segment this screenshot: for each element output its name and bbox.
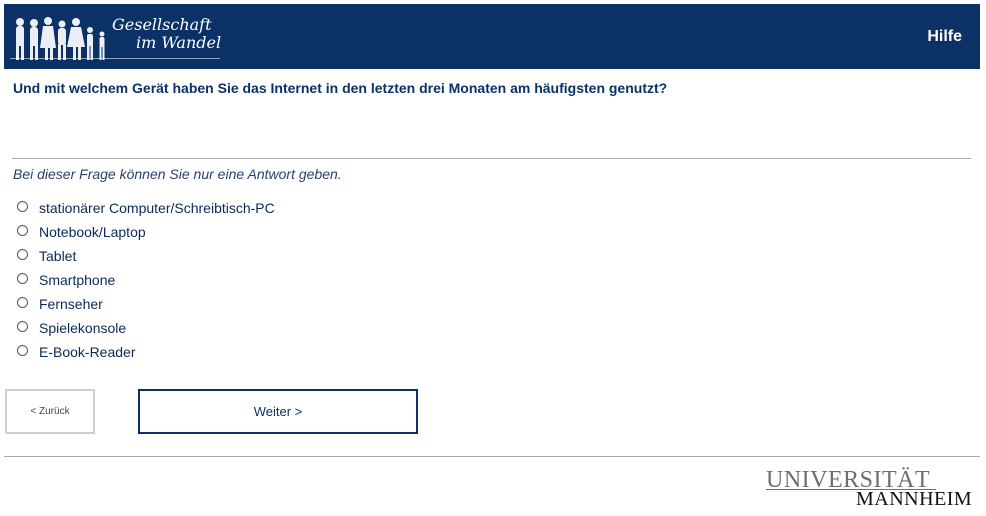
answer-options: stationärer Computer/Schreibtisch-PC Not… <box>17 196 275 364</box>
logo-underline <box>10 58 220 59</box>
radio-button[interactable] <box>17 297 28 308</box>
logo-line-2: im Wandel <box>136 33 222 52</box>
footer-divider <box>4 456 980 457</box>
option-label: stationärer Computer/Schreibtisch-PC <box>39 200 275 216</box>
radio-button[interactable] <box>17 201 28 212</box>
option-tv[interactable]: Fernseher <box>17 292 275 316</box>
option-label: Notebook/Laptop <box>39 224 146 240</box>
radio-button[interactable] <box>17 321 28 332</box>
radio-button[interactable] <box>17 345 28 356</box>
option-label: Smartphone <box>39 272 116 288</box>
question-text: Und mit welchem Gerät haben Sie das Inte… <box>13 80 668 96</box>
option-desktop-pc[interactable]: stationärer Computer/Schreibtisch-PC <box>17 196 275 220</box>
instruction-text: Bei dieser Frage können Sie nur eine Ant… <box>13 166 342 182</box>
logo-title: Gesellschaft im Wandel <box>112 16 221 52</box>
university-logo: UNIVERSITÄT MANNHEIM <box>766 468 973 512</box>
next-button[interactable]: Weiter > <box>138 389 418 434</box>
option-label: E-Book-Reader <box>39 344 136 360</box>
option-label: Fernseher <box>39 296 103 312</box>
back-button[interactable]: < Zurück <box>5 389 95 434</box>
option-notebook[interactable]: Notebook/Laptop <box>17 220 275 244</box>
people-silhouettes-icon <box>16 17 105 60</box>
header-bar: Gesellschaft im Wandel Hilfe <box>4 4 980 69</box>
option-label: Spielekonsole <box>39 320 127 336</box>
option-ebook-reader[interactable]: E-Book-Reader <box>17 340 275 364</box>
university-name-line-2: MANNHEIM <box>856 488 973 510</box>
help-link[interactable]: Hilfe <box>927 28 962 46</box>
radio-button[interactable] <box>17 273 28 284</box>
option-smartphone[interactable]: Smartphone <box>17 268 275 292</box>
logo-line-1: Gesellschaft <box>112 15 212 34</box>
radio-button[interactable] <box>17 225 28 236</box>
option-label: Tablet <box>39 248 77 264</box>
radio-button[interactable] <box>17 249 28 260</box>
divider <box>12 158 971 159</box>
option-tablet[interactable]: Tablet <box>17 244 275 268</box>
option-game-console[interactable]: Spielekonsole <box>17 316 275 340</box>
